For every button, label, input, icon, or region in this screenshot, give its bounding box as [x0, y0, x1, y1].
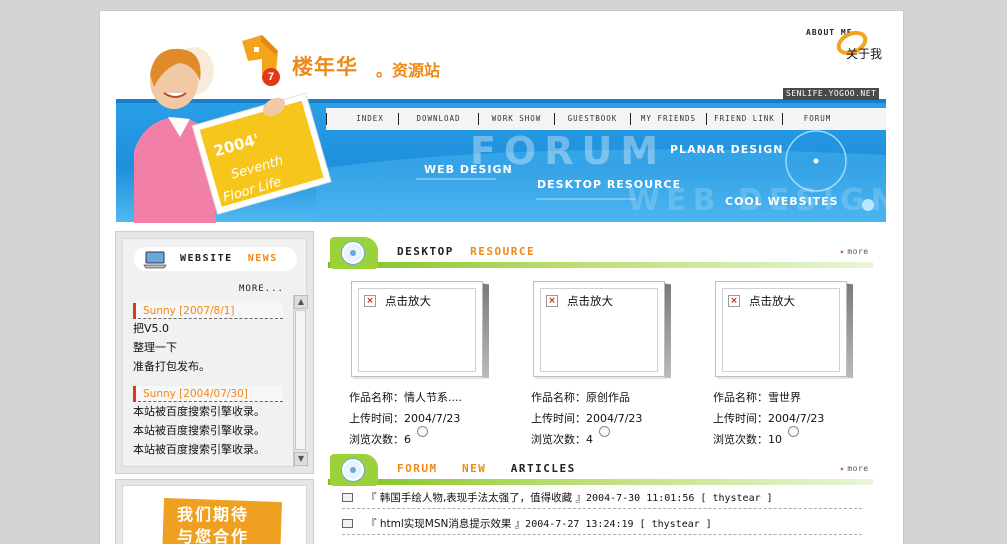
- news-line: 把V5.0: [133, 322, 170, 335]
- news-inner: WEBSITE NEWS MORE... Sunny [2007/8/1] 把V…: [122, 238, 308, 468]
- banner-word-planar: PLANAR DESIGN: [670, 143, 784, 156]
- cd-disc-icon: [330, 454, 378, 486]
- news-item: Sunny [2007/8/1] 把V5.0 整理一下 准备打包发布。: [133, 303, 283, 376]
- computer-icon: [143, 251, 167, 269]
- girl-holding-sign-illustration: 2004' Seventh Floor Life: [134, 47, 332, 223]
- pointer-icon: [599, 426, 610, 437]
- upload-time: 上传时间：2004/7/23: [531, 412, 643, 425]
- section-bar: [328, 262, 873, 268]
- thumbnail-frame[interactable]: × 点击放大: [533, 281, 665, 377]
- scroll-down-icon[interactable]: ▼: [294, 452, 308, 466]
- site-subtitle: 。资源站: [376, 61, 441, 80]
- view-count: 浏览次数：10: [713, 426, 824, 450]
- page: 7 楼年华 。资源站 ABOUT ME 关于我 FORUM WEB DESIGN…: [99, 10, 904, 544]
- thumbnail-frame[interactable]: × 点击放大: [351, 281, 483, 377]
- promo-text: 我们期待 与您合作: [177, 505, 250, 544]
- website-news-panel: WEBSITE NEWS MORE... Sunny [2007/8/1] 把V…: [115, 231, 314, 474]
- pointer-icon: [417, 426, 428, 437]
- desktop-resource-header: DESKTOP RESOURCE more: [328, 235, 873, 271]
- nav-work-show[interactable]: WORK SHOW: [478, 113, 554, 125]
- upload-time: 上传时间：2004/7/23: [713, 412, 825, 425]
- view-count: 浏览次数：4: [531, 426, 642, 450]
- article-title[interactable]: 『 html实现MSN消息提示效果 』: [366, 518, 525, 530]
- document-icon: [342, 492, 353, 502]
- article-meta: 2004-7-30 11:01:56 [ thystear ]: [586, 493, 773, 504]
- resource-card: × 点击放大 作品名称：原创作品 上传时间：2004/7/23 浏览次数：4: [531, 281, 701, 453]
- thumbnail-image[interactable]: × 点击放大: [358, 288, 476, 372]
- main-nav: INDEX DOWNLOAD WORK SHOW GUESTBOOK MY FR…: [326, 108, 886, 130]
- card-info: 作品名称：原创作品 上传时间：2004/7/23 浏览次数：4: [531, 387, 642, 450]
- section-bar: [328, 479, 873, 485]
- forum-articles-header: FORUM NEW ARTICLES more: [328, 452, 873, 488]
- view-count: 浏览次数：6: [349, 426, 462, 450]
- banner-word-cool: COOL WEBSITES: [725, 195, 839, 208]
- article-row[interactable]: 『 韩国手绘人物,表现手法太强了，值得收藏 』2004-7-30 11:01:5…: [342, 487, 862, 509]
- work-name: 作品名称：雪世界: [713, 391, 801, 404]
- scroll-up-icon[interactable]: ▲: [294, 295, 308, 309]
- nav-forum[interactable]: FORUM: [782, 113, 852, 125]
- scroll-thumb[interactable]: [295, 310, 306, 450]
- forum-more-link[interactable]: more: [840, 464, 869, 473]
- broken-image-icon: ×: [546, 295, 558, 307]
- upload-time: 上传时间：2004/7/23: [349, 412, 461, 425]
- news-line: 本站被百度搜索引擎收录。: [133, 424, 265, 437]
- nav-my-friends[interactable]: MY FRIENDS: [630, 113, 706, 125]
- work-name: 作品名称：原创作品: [531, 391, 630, 404]
- article-meta: 2004-7-27 13:24:19 [ thystear ]: [525, 519, 712, 530]
- resource-card: × 点击放大 作品名称：雪世界 上传时间：2004/7/23 浏览次数：10: [713, 281, 883, 453]
- document-icon: [342, 518, 353, 528]
- resource-card: × 点击放大 作品名称：情人节系.... 上传时间：2004/7/23 浏览次数…: [349, 281, 519, 453]
- article-row[interactable]: 『 html实现MSN消息提示效果 』2004-7-27 13:24:19 [ …: [342, 513, 862, 535]
- nav-download[interactable]: DOWNLOAD: [398, 113, 478, 125]
- resource-more-link[interactable]: more: [840, 247, 869, 256]
- news-title: WEBSITE NEWS: [180, 253, 278, 264]
- news-line: 准备打包发布。: [133, 360, 210, 373]
- thumbnail-image[interactable]: × 点击放大: [722, 288, 840, 372]
- banner-word-desktop: DESKTOP RESOURCE: [537, 178, 682, 191]
- about-me-link[interactable]: 关于我: [846, 45, 882, 62]
- nav-guestbook[interactable]: GUESTBOOK: [554, 113, 630, 125]
- cd-disc-icon: [330, 237, 378, 269]
- broken-image-icon: ×: [364, 295, 376, 307]
- card-info: 作品名称：情人节系.... 上传时间：2004/7/23 浏览次数：6: [349, 387, 462, 450]
- news-header: WEBSITE NEWS: [134, 247, 297, 271]
- thumbnail-image[interactable]: × 点击放大: [540, 288, 658, 372]
- nav-friend-link[interactable]: FRIEND LINK: [706, 113, 782, 125]
- domain-tag: SENLIFE.YOGOO.NET: [783, 88, 880, 100]
- cooperation-promo[interactable]: 我们期待 与您合作: [115, 479, 314, 544]
- news-more-link[interactable]: MORE...: [239, 284, 284, 294]
- promo-inner: 我们期待 与您合作: [122, 485, 307, 544]
- section-title: FORUM NEW ARTICLES: [397, 462, 576, 475]
- thumbnail-frame[interactable]: × 点击放大: [715, 281, 847, 377]
- thumbnail-alt-text: 点击放大: [567, 294, 613, 308]
- banner-word-web: WEB DESIGN: [424, 163, 513, 176]
- thumbnail-alt-text: 点击放大: [385, 294, 431, 308]
- pointer-icon: [788, 426, 799, 437]
- news-line: 本站被百度搜索引擎收录。: [133, 443, 265, 456]
- news-date: Sunny [2004/07/30]: [133, 386, 283, 402]
- article-title[interactable]: 『 韩国手绘人物,表现手法太强了，值得收藏 』: [366, 492, 586, 504]
- news-line: 整理一下: [133, 341, 177, 354]
- news-line: 本站被百度搜索引擎收录。: [133, 405, 265, 418]
- news-date: Sunny [2007/8/1]: [133, 303, 283, 319]
- broken-image-icon: ×: [728, 295, 740, 307]
- news-scrollbar[interactable]: ▲ ▼: [293, 295, 308, 468]
- thumbnail-alt-text: 点击放大: [749, 294, 795, 308]
- nav-index[interactable]: INDEX: [342, 113, 398, 125]
- news-item: Sunny [2004/07/30] 本站被百度搜索引擎收录。 本站被百度搜索引…: [133, 386, 283, 459]
- work-name: 作品名称：情人节系....: [349, 391, 462, 404]
- card-info: 作品名称：雪世界 上传时间：2004/7/23 浏览次数：10: [713, 387, 824, 450]
- section-title: DESKTOP RESOURCE: [397, 245, 536, 258]
